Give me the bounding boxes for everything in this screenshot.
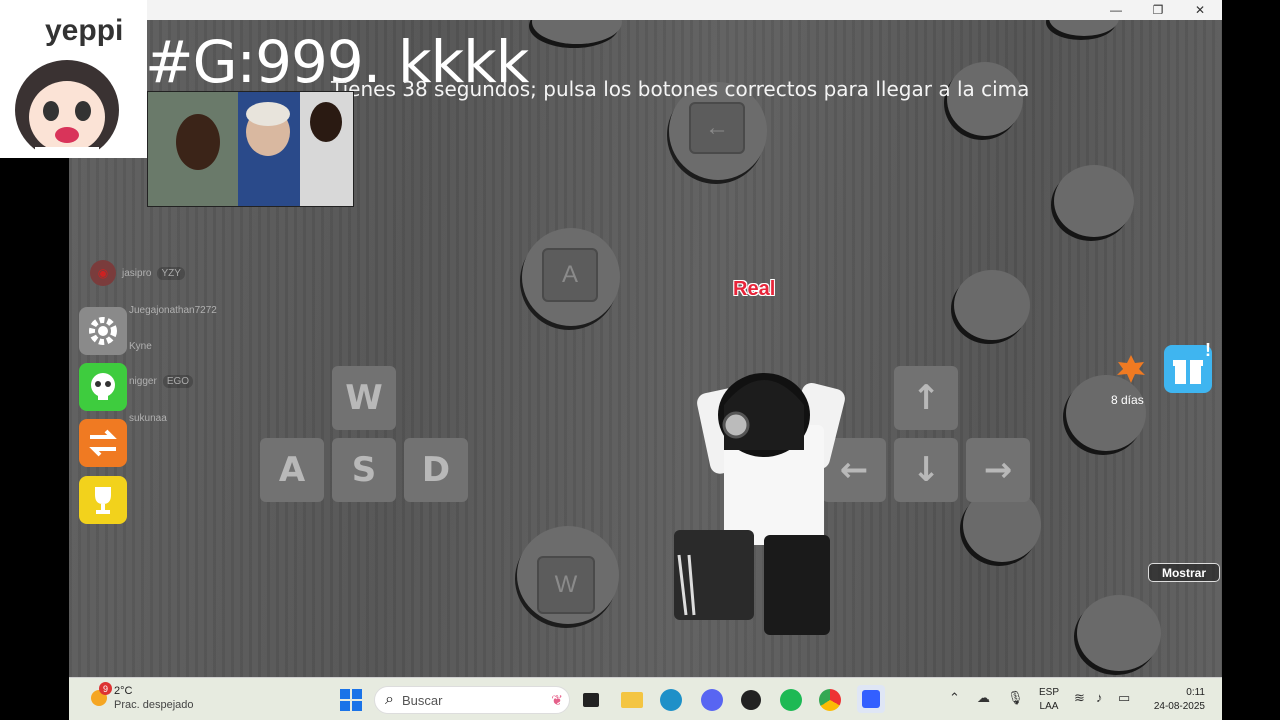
- event-days-label: 8 días: [1111, 393, 1144, 407]
- floating-platform: [1077, 595, 1161, 671]
- skull-icon: [91, 373, 115, 400]
- search-icon: ⌕: [385, 691, 394, 708]
- swap-button[interactable]: [79, 419, 127, 467]
- floating-platform: [1049, 20, 1119, 36]
- game-message: Tienes 38 segundos; pulsa los botones co…: [331, 77, 1030, 101]
- floating-platform: [532, 20, 622, 44]
- search-highlight-icon: ❦: [551, 691, 563, 708]
- a-key-tile: A: [542, 248, 598, 302]
- overlay-video-image: [147, 91, 354, 207]
- settings-button[interactable]: [79, 307, 127, 355]
- minimize-button[interactable]: —: [1095, 0, 1137, 20]
- volume-icon[interactable]: ♪: [1096, 690, 1103, 705]
- a-key-pad[interactable]: A: [522, 228, 620, 326]
- language-indicator[interactable]: ESP LAA: [1039, 686, 1059, 714]
- microphone-icon[interactable]: 🎙: [1007, 690, 1024, 706]
- w-key-pad[interactable]: W: [517, 526, 619, 624]
- floating-platform: [954, 270, 1030, 340]
- taskbar-clock[interactable]: 0:11 24-08-2025: [1145, 686, 1205, 714]
- onedrive-icon[interactable]: ☁: [977, 690, 990, 706]
- gift-icon: [1173, 360, 1203, 384]
- trophy-button[interactable]: [79, 476, 127, 524]
- key-w[interactable]: W: [332, 366, 396, 430]
- file-explorer-icon[interactable]: [620, 688, 644, 712]
- weather-temp: 2°C: [114, 685, 133, 697]
- left-arrow-tile: ←: [689, 102, 745, 154]
- window-titlebar: — ❐ ✕: [69, 0, 1222, 20]
- weather-badge: 9: [99, 682, 112, 695]
- player-tag: EGO: [162, 374, 194, 388]
- floating-platform: [1066, 375, 1146, 451]
- webcam-collage-image: [148, 92, 353, 206]
- player-entry[interactable]: ◉ jasipro YZY: [90, 260, 185, 286]
- player-entry[interactable]: sukunaa: [129, 407, 167, 429]
- discord-app-icon[interactable]: [700, 688, 724, 712]
- restore-button[interactable]: ❐: [1137, 0, 1179, 20]
- player-entry[interactable]: Juegajonathan7272: [129, 299, 217, 321]
- key-right-arrow[interactable]: →: [966, 438, 1030, 502]
- key-d[interactable]: D: [404, 438, 468, 502]
- battery-icon[interactable]: ▭: [1118, 690, 1130, 706]
- spotify-icon[interactable]: [779, 688, 803, 712]
- player-entry[interactable]: nigger EGO: [129, 370, 194, 392]
- discord-icon: ◉: [90, 260, 116, 286]
- sticker-text: yeppi: [45, 14, 124, 47]
- key-up-arrow[interactable]: ↑: [894, 366, 958, 430]
- w-key-tile: W: [537, 556, 595, 614]
- floating-platform: [1054, 165, 1134, 237]
- search-placeholder: Buscar: [401, 692, 443, 708]
- gear-icon: [89, 317, 117, 345]
- edge-browser-icon[interactable]: [659, 688, 683, 712]
- swap-arrows-icon: [89, 429, 117, 457]
- player-tag: YZY: [157, 266, 185, 280]
- taskbar: 9 2°C Prac. despejado ⌕ Buscar ❦ ⌃ ☁ 🎙 E…: [69, 677, 1222, 720]
- mostrar-button[interactable]: Mostrar: [1148, 563, 1220, 582]
- taskbar-search-box[interactable]: ⌕ Buscar ❦: [374, 686, 570, 714]
- player-avatar: [674, 373, 845, 635]
- anime-face-image: [15, 60, 119, 158]
- task-view-icon[interactable]: [579, 688, 603, 712]
- player-entry[interactable]: Kyne: [129, 335, 152, 357]
- skull-button[interactable]: [79, 363, 127, 411]
- autumn-event-icon[interactable]: [1115, 353, 1147, 385]
- roblox-app-icon[interactable]: [857, 685, 885, 713]
- tray-expand-icon[interactable]: ⌃: [949, 690, 960, 706]
- wifi-icon[interactable]: ≋: [1074, 690, 1085, 706]
- overlay-sticker-image: yeppi: [0, 0, 147, 158]
- key-a[interactable]: A: [260, 438, 324, 502]
- weather-desc: Prac. despejado: [114, 699, 194, 711]
- windows-start-icon[interactable]: [339, 688, 363, 712]
- chrome-icon[interactable]: [818, 688, 842, 712]
- key-s[interactable]: S: [332, 438, 396, 502]
- weather-icon[interactable]: 9: [89, 682, 113, 708]
- real-label: Real: [733, 278, 776, 300]
- close-button[interactable]: ✕: [1179, 0, 1221, 20]
- app-icon-dark[interactable]: [739, 688, 763, 712]
- trophy-icon: [95, 487, 111, 514]
- gift-alert-icon: !: [1205, 340, 1211, 360]
- key-down-arrow[interactable]: ↓: [894, 438, 958, 502]
